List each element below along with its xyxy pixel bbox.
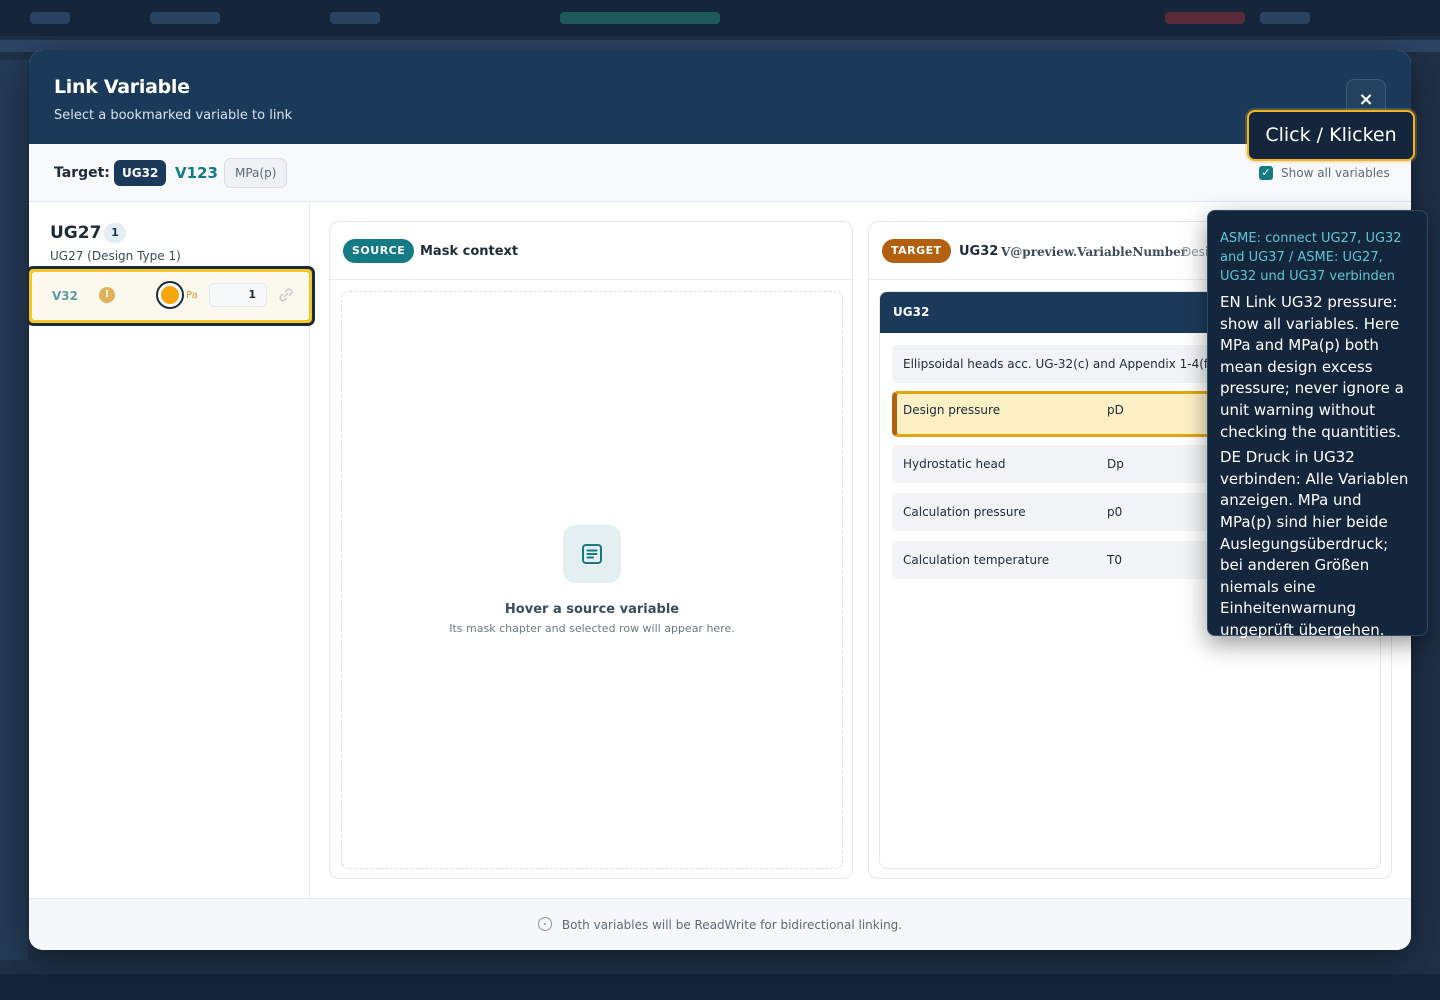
document-icon [563, 525, 621, 583]
tooltip-german-text: DE Druck in UG32 verbinden: Alle Variabl… [1220, 448, 1409, 639]
check-icon[interactable]: ✓ [1259, 166, 1273, 180]
empty-state-subtitle: Its mask chapter and selected row will a… [449, 622, 735, 635]
info-icon [537, 917, 552, 931]
group-count-badge: 1 [104, 223, 126, 243]
empty-state-title: Hover a source variable [504, 602, 680, 617]
help-tooltip: ASME: connect UG27, UG32 and UG37 / ASME… [1207, 210, 1428, 639]
mask-row-symbol: pD [1107, 403, 1124, 417]
target-card-variable-ref: V@preview.VariableNumber [1001, 245, 1188, 259]
source-variable-quantity: 1 [209, 283, 267, 307]
group-title: UG27 [50, 223, 102, 243]
mask-row-label: Calculation pressure [903, 505, 1026, 519]
target-pill: TARGET [882, 239, 951, 263]
target-card-chapter: UG32 [959, 244, 999, 259]
show-all-label: Show all variables [1281, 166, 1390, 180]
close-icon: × [1358, 88, 1374, 110]
background-app-topbar [0, 0, 1440, 36]
group-subtitle: UG27 (Design Type 1) [50, 249, 181, 263]
mask-row-label: Calculation temperature [903, 553, 1050, 567]
cursor-indicator [156, 281, 184, 309]
tooltip-heading: ASME: connect UG27, UG32 and UG37 / ASME… [1220, 231, 1402, 284]
source-variable-row[interactable]: V32 ! Pa 1 [29, 266, 315, 326]
background-app-sidebar [0, 60, 28, 960]
mask-row-label: Hydrostatic head [903, 457, 1006, 471]
tooltip-english-text: EN Link UG32 pressure: show all variable… [1220, 293, 1404, 441]
dialog-header: Link Variable Select a bookmarked variab… [29, 50, 1411, 144]
dialog-footer: Both variables will be ReadWrite for bid… [29, 898, 1411, 950]
target-chapter-chip: UG32 [114, 160, 167, 186]
mask-row-symbol: T0 [1107, 553, 1122, 567]
link-variable-dialog: Link Variable Select a bookmarked variab… [29, 50, 1411, 950]
source-variable-unit: Pa [186, 290, 198, 301]
source-variable-name: V32 [52, 289, 78, 303]
show-all-variables-toggle[interactable]: ✓ Show all variables [1259, 166, 1390, 180]
click-callout: Click / Klicken [1247, 110, 1415, 161]
footer-note: Both variables will be ReadWrite for bid… [29, 917, 1411, 932]
mask-row-label: Ellipsoidal heads acc. UG-32(c) and Appe… [903, 357, 1213, 371]
source-context-card: SOURCE Mask context Hover a source varia… [329, 221, 853, 879]
source-empty-state: Hover a source variable Its mask chapter… [341, 291, 843, 869]
target-unit-badge: MPa(p) [224, 158, 288, 188]
background-app-statusbar [0, 974, 1440, 1000]
source-pill: SOURCE [343, 239, 415, 263]
target-bar: Target: UG32 V123 MPa(p) ✓ Show all vari… [29, 144, 1411, 202]
mask-row-symbol: p0 [1107, 505, 1123, 519]
dialog-title: Link Variable [54, 76, 190, 98]
warning-icon: ! [99, 287, 115, 303]
target-label: Target: [54, 165, 110, 181]
link-icon[interactable] [276, 285, 296, 305]
target-variable: V123 [175, 164, 218, 182]
source-card-header: SOURCE Mask context [330, 222, 852, 280]
dialog-subtitle: Select a bookmarked variable to link [54, 108, 293, 123]
source-card-title: Mask context [420, 244, 519, 259]
mask-row-symbol: Dp [1107, 457, 1124, 471]
source-variable-list: UG27 1 UG27 (Design Type 1) V32 ! Pa 1 [29, 203, 315, 898]
mask-row-label: Design pressure [903, 403, 1001, 417]
footer-note-text: Both variables will be ReadWrite for bid… [561, 918, 903, 932]
